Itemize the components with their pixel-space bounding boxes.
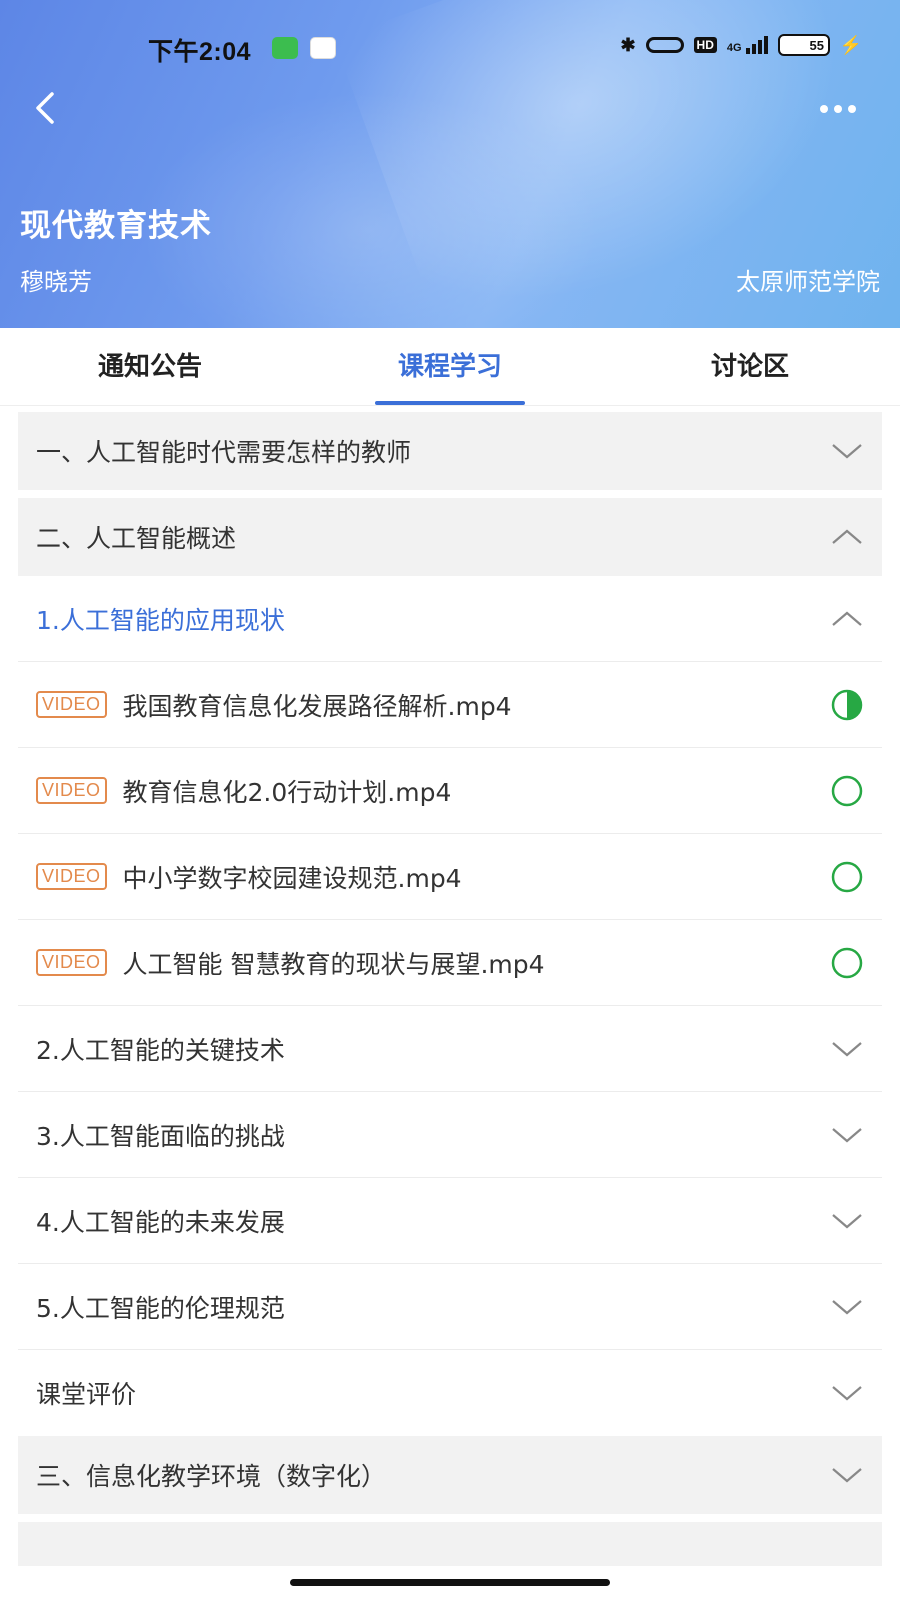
- home-indicator[interactable]: [290, 1579, 610, 1586]
- progress-half-icon: [831, 689, 863, 720]
- link-icon: [645, 37, 684, 53]
- course-title: 现代教育技术: [20, 208, 212, 244]
- section-title: 课堂评价: [36, 1380, 137, 1409]
- video-item[interactable]: VIDEO 我国教育信息化发展路径解析.mp4: [18, 662, 882, 748]
- video-badge: VIDEO: [36, 691, 107, 718]
- course-outline: 一、人工智能时代需要怎样的教师 二、人工智能概述 1.人工智能的应用现状 VID…: [18, 412, 882, 1590]
- network-label: 4G: [726, 42, 742, 54]
- section-title: 3.人工智能面临的挑战: [36, 1121, 285, 1151]
- section-title: 4.人工智能的未来发展: [36, 1207, 285, 1237]
- chevron-down-icon: [832, 1299, 862, 1314]
- section-title: 2.人工智能的关键技术: [36, 1035, 285, 1065]
- hd-badge: HD: [693, 37, 717, 53]
- video-badge: VIDEO: [36, 863, 107, 890]
- more-icon[interactable]: [816, 94, 860, 124]
- charging-icon: ⚡: [839, 34, 862, 55]
- chapter-title: 一、人工智能时代需要怎样的教师: [36, 438, 412, 467]
- video-item[interactable]: VIDEO 教育信息化2.0行动计划.mp4: [18, 748, 882, 834]
- chapter-title: 二、人工智能概述: [36, 524, 237, 553]
- section-item[interactable]: 3.人工智能面临的挑战: [18, 1092, 882, 1178]
- bluetooth-icon: ✱: [620, 34, 636, 55]
- chevron-down-icon: [832, 1468, 862, 1483]
- video-title: 我国教育信息化发展路径解析.mp4: [122, 691, 512, 721]
- chevron-down-icon: [832, 1041, 862, 1056]
- chevron-up-icon: [832, 529, 862, 544]
- back-icon[interactable]: [28, 88, 68, 128]
- signal-icon: 4G: [727, 36, 768, 54]
- course-header: 下午2:04 ✱ HD 4G 55 ⚡ 现代教育技术 穆晓芳 太原师范学院: [0, 0, 900, 328]
- battery-level: 55: [809, 37, 824, 53]
- video-title: 中小学数字校园建设规范.mp4: [122, 863, 462, 893]
- video-item[interactable]: VIDEO 中小学数字校园建设规范.mp4: [18, 834, 882, 920]
- chevron-up-icon: [832, 611, 862, 626]
- chapter-item[interactable]: 一、人工智能时代需要怎样的教师: [18, 412, 882, 490]
- tab-bar: 通知公告 课程学习 讨论区: [0, 328, 900, 406]
- video-badge: VIDEO: [36, 777, 107, 804]
- tab-course-study[interactable]: 课程学习: [300, 328, 600, 405]
- tab-notices[interactable]: 通知公告: [0, 328, 300, 405]
- video-item[interactable]: VIDEO 人工智能 智慧教育的现状与展望.mp4: [18, 920, 882, 1006]
- chevron-down-icon: [832, 1127, 862, 1142]
- progress-empty-icon: [831, 861, 863, 892]
- chevron-down-icon: [832, 1386, 862, 1401]
- video-title: 人工智能 智慧教育的现状与展望.mp4: [122, 949, 545, 979]
- status-icons: ✱ HD 4G 55 ⚡: [620, 34, 862, 56]
- progress-empty-icon: [831, 947, 863, 978]
- battery-icon: 55: [777, 34, 830, 56]
- video-title: 教育信息化2.0行动计划.mp4: [122, 777, 452, 807]
- wechat-icon: [272, 37, 298, 59]
- chapter-title: 三、信息化教学环境（数字化）: [36, 1462, 387, 1491]
- chapter-item[interactable]: 三、信息化教学环境（数字化）: [18, 1436, 882, 1514]
- section-item[interactable]: 2.人工智能的关键技术: [18, 1006, 882, 1092]
- app-icon: [310, 37, 336, 59]
- chevron-down-icon: [832, 1213, 862, 1228]
- progress-empty-icon: [831, 775, 863, 806]
- section-item[interactable]: 课堂评价: [18, 1350, 882, 1436]
- status-bar: 下午2:04 ✱ HD 4G 55 ⚡: [0, 28, 900, 68]
- chapter-item[interactable]: 二、人工智能概述: [18, 498, 882, 576]
- video-badge: VIDEO: [36, 949, 107, 976]
- tab-discussion[interactable]: 讨论区: [600, 328, 900, 405]
- teacher-name: 穆晓芳: [20, 268, 92, 296]
- section-item[interactable]: 5.人工智能的伦理规范: [18, 1264, 882, 1350]
- chevron-down-icon: [832, 444, 862, 459]
- section-item[interactable]: 1.人工智能的应用现状: [18, 576, 882, 662]
- section-title: 5.人工智能的伦理规范: [36, 1293, 285, 1323]
- section-title: 1.人工智能的应用现状: [36, 605, 285, 635]
- status-time: 下午2:04: [148, 38, 252, 66]
- school-name: 太原师范学院: [736, 268, 880, 296]
- section-item[interactable]: 4.人工智能的未来发展: [18, 1178, 882, 1264]
